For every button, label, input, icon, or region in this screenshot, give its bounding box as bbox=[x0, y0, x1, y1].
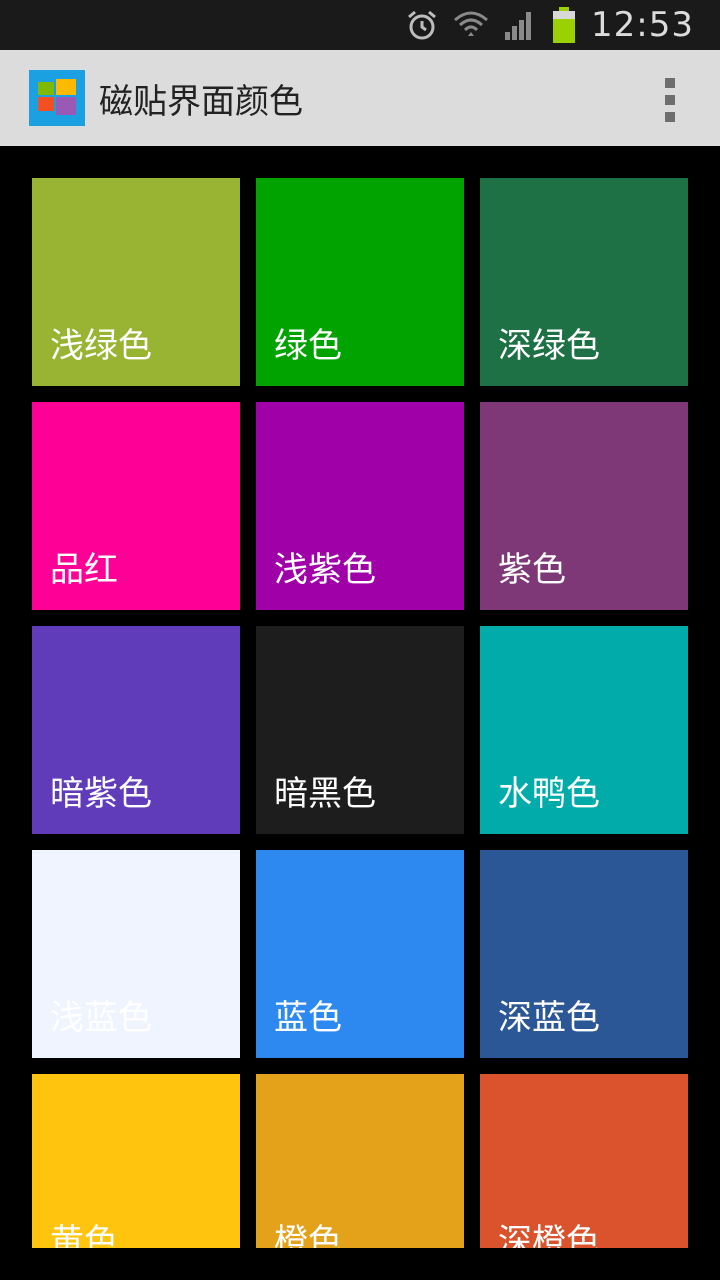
menu-dot bbox=[665, 95, 675, 105]
tile-label: 绿色 bbox=[274, 326, 342, 366]
menu-dot bbox=[665, 112, 675, 122]
tile-grid: 浅绿色 绿色 深绿色 品红 浅紫色 紫色 暗紫色 暗黑色 水鸭色 浅蓝色 蓝色 … bbox=[32, 178, 688, 1248]
tile-label: 深蓝色 bbox=[498, 998, 600, 1038]
tile-label: 黄色 bbox=[50, 1222, 118, 1248]
tile-dark-green[interactable]: 深绿色 bbox=[480, 178, 688, 386]
wifi-icon bbox=[453, 8, 489, 42]
signal-icon bbox=[503, 8, 537, 42]
status-bar: 12:53 bbox=[0, 0, 720, 50]
tile-label: 暗紫色 bbox=[50, 774, 152, 814]
tile-light-blue[interactable]: 浅蓝色 bbox=[32, 850, 240, 1058]
action-bar: 磁贴界面颜色 bbox=[0, 50, 720, 146]
tile-light-green[interactable]: 浅绿色 bbox=[32, 178, 240, 386]
tile-label: 暗黑色 bbox=[274, 774, 376, 814]
tile-label: 紫色 bbox=[498, 550, 566, 590]
tile-dark-purple[interactable]: 暗紫色 bbox=[32, 626, 240, 834]
tile-label: 橙色 bbox=[274, 1222, 342, 1248]
tile-grid-viewport[interactable]: 浅绿色 绿色 深绿色 品红 浅紫色 紫色 暗紫色 暗黑色 水鸭色 浅蓝色 蓝色 … bbox=[0, 146, 720, 1248]
page-title: 磁贴界面颜色 bbox=[99, 81, 303, 122]
tile-blue[interactable]: 蓝色 bbox=[256, 850, 464, 1058]
tile-label: 深绿色 bbox=[498, 326, 600, 366]
tile-teal[interactable]: 水鸭色 bbox=[480, 626, 688, 834]
tile-label: 深橙色 bbox=[498, 1222, 600, 1248]
alarm-icon bbox=[405, 8, 439, 42]
windows-tiles-icon[interactable] bbox=[29, 70, 85, 126]
overflow-menu-icon[interactable] bbox=[658, 78, 682, 122]
tile-dark-blue[interactable]: 深蓝色 bbox=[480, 850, 688, 1058]
tile-purple[interactable]: 紫色 bbox=[480, 402, 688, 610]
tile-label: 品红 bbox=[50, 550, 118, 590]
tile-label: 浅绿色 bbox=[50, 326, 152, 366]
tile-dark-orange[interactable]: 深橙色 bbox=[480, 1074, 688, 1248]
tile-orange[interactable]: 橙色 bbox=[256, 1074, 464, 1248]
bottom-strip bbox=[0, 1248, 720, 1280]
tile-label: 蓝色 bbox=[274, 998, 342, 1038]
tile-label: 浅紫色 bbox=[274, 550, 376, 590]
battery-icon bbox=[551, 6, 577, 44]
tile-light-purple[interactable]: 浅紫色 bbox=[256, 402, 464, 610]
tile-dark-black[interactable]: 暗黑色 bbox=[256, 626, 464, 834]
status-time: 12:53 bbox=[591, 5, 694, 45]
tile-label: 水鸭色 bbox=[498, 774, 600, 814]
tile-yellow[interactable]: 黄色 bbox=[32, 1074, 240, 1248]
tile-magenta[interactable]: 品红 bbox=[32, 402, 240, 610]
tile-green[interactable]: 绿色 bbox=[256, 178, 464, 386]
menu-dot bbox=[665, 78, 675, 88]
tile-label: 浅蓝色 bbox=[50, 998, 152, 1038]
